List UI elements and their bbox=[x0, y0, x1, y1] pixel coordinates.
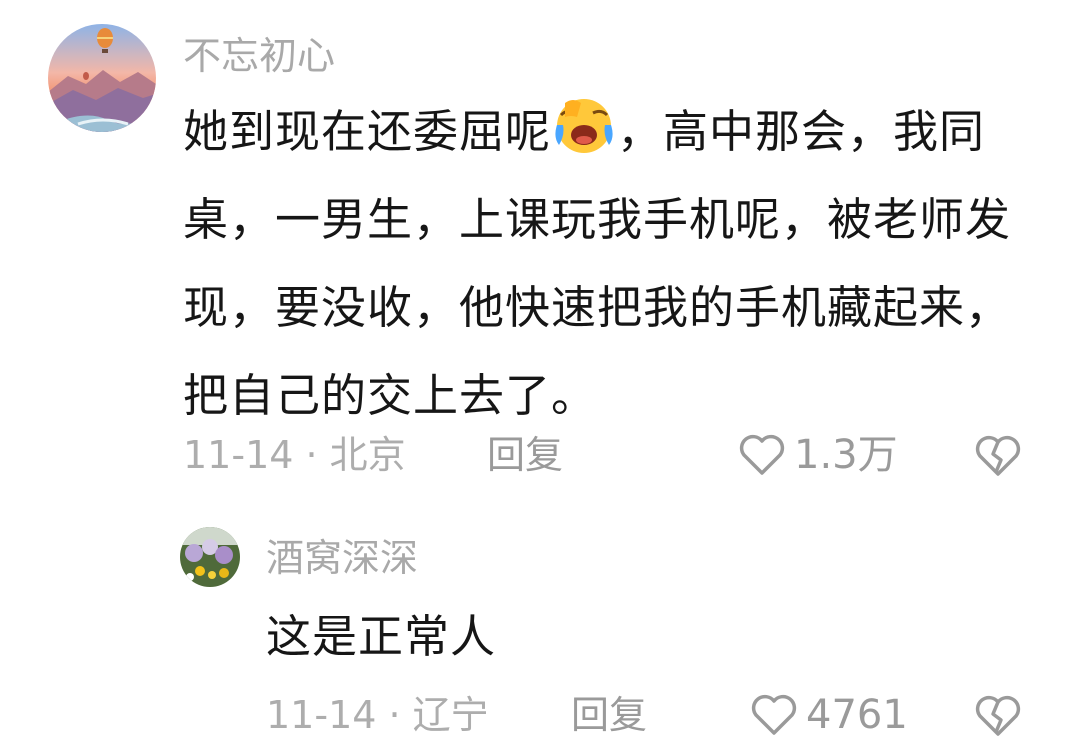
reply-date-location: 11-14 · 辽宁 bbox=[266, 693, 489, 737]
comment-thread: 不忘初心 她到现在还委屈呢 ，高中那会，我同桌，一男生，上课玩我手机呢，被老师发… bbox=[0, 0, 1080, 749]
like-count: 1.3万 bbox=[794, 432, 898, 478]
dislike-button[interactable] bbox=[974, 434, 1022, 478]
comment-text-part: 她到现在还委屈呢 bbox=[183, 105, 552, 158]
comment-username[interactable]: 不忘初心 bbox=[183, 33, 335, 79]
like-count: 4761 bbox=[806, 692, 908, 738]
crying-laughing-emoji-icon bbox=[553, 95, 615, 157]
reply-button[interactable]: 回复 bbox=[571, 692, 647, 738]
reply-button[interactable]: 回复 bbox=[487, 432, 563, 478]
avatar[interactable] bbox=[48, 24, 156, 132]
like-button[interactable]: 1.3万 bbox=[738, 432, 898, 478]
heart-outline-icon bbox=[750, 693, 798, 737]
comment-text: 她到现在还委屈呢 ，高中那会，我同桌，一男生，上课玩我手机呢，被老师发现，要没收… bbox=[183, 88, 1043, 440]
hot-air-balloon-landscape-image bbox=[48, 24, 156, 132]
broken-heart-icon bbox=[974, 694, 1022, 738]
dislike-button[interactable] bbox=[974, 694, 1022, 738]
heart-outline-icon bbox=[738, 433, 786, 477]
reply-text: 这是正常人 bbox=[266, 610, 497, 663]
like-button[interactable]: 4761 bbox=[750, 692, 908, 738]
flowers-image bbox=[180, 527, 240, 587]
comment-date-location: 11-14 · 北京 bbox=[183, 433, 406, 477]
reply-username[interactable]: 酒窝深深 bbox=[266, 535, 418, 581]
broken-heart-icon bbox=[974, 434, 1022, 478]
reply-avatar[interactable] bbox=[180, 527, 240, 587]
